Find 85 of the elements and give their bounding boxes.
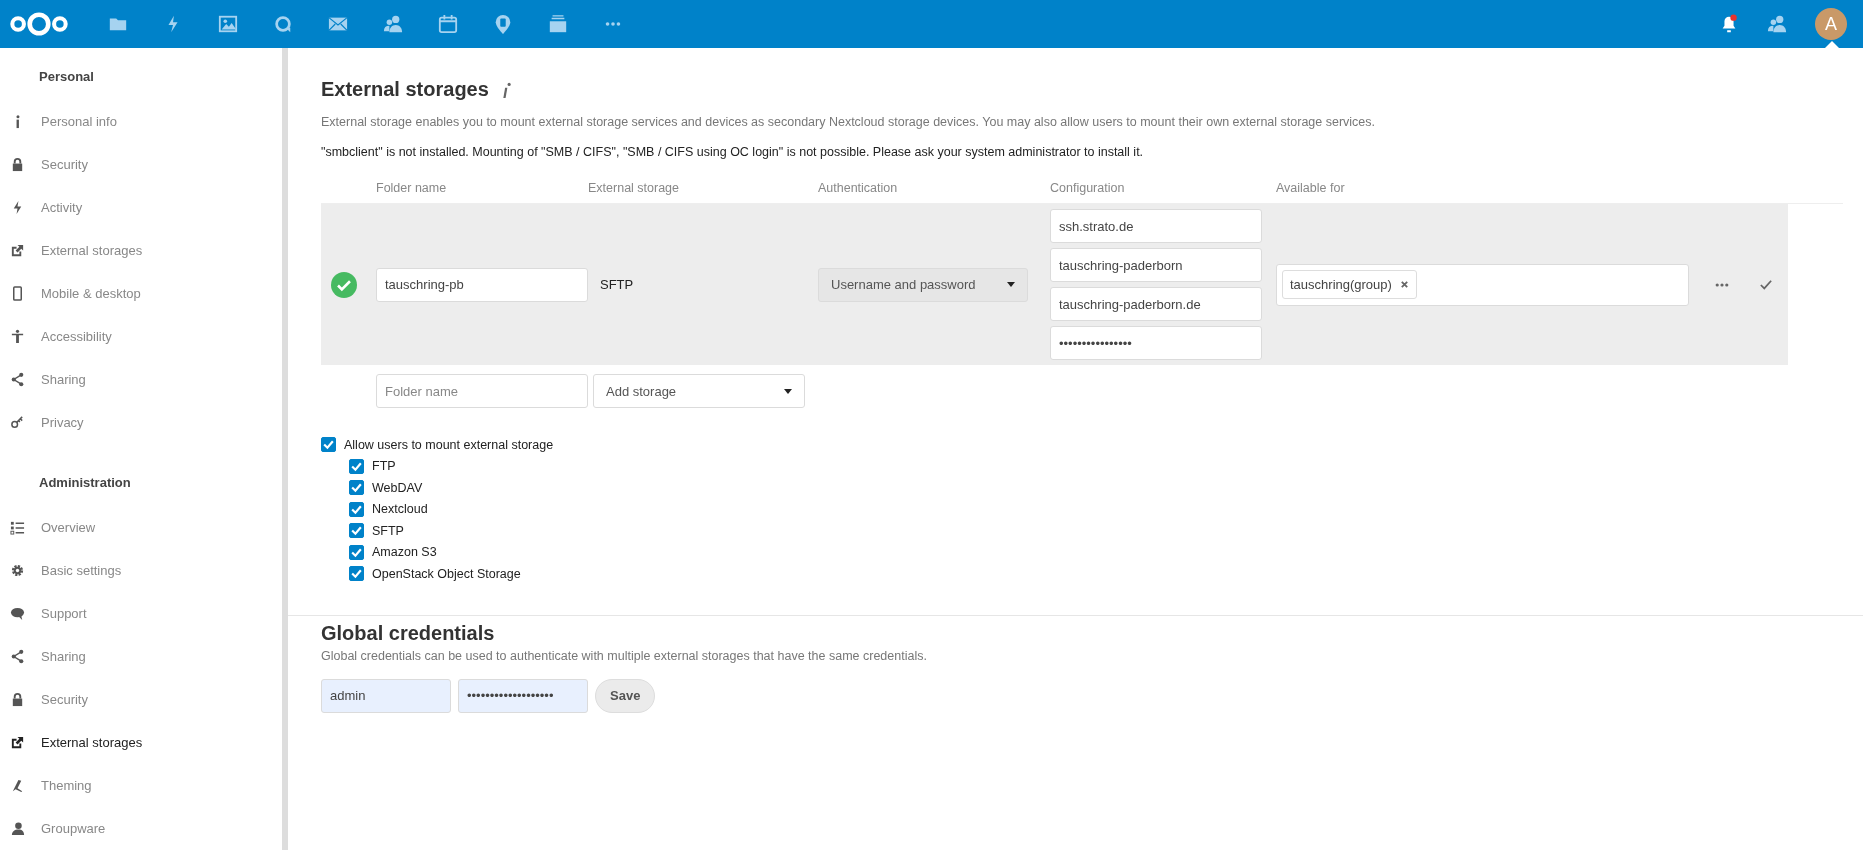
chat-bubble-icon[interactable]: [273, 14, 293, 34]
phone-icon: [10, 286, 25, 301]
checkbox[interactable]: [349, 523, 364, 539]
sidebar-item[interactable]: Support: [0, 592, 282, 635]
authentication-select[interactable]: Username and password: [818, 267, 1028, 302]
checkbox[interactable]: [349, 458, 364, 474]
sidebar-item[interactable]: Personal info: [0, 100, 282, 143]
external-link-icon: [10, 735, 25, 750]
sidebar-item[interactable]: Activity: [0, 186, 282, 229]
more-icon[interactable]: [1714, 280, 1730, 289]
sidebar-item[interactable]: External storages: [0, 721, 282, 764]
menu-pointer: [1825, 41, 1839, 48]
section-heading: Personal: [38, 68, 95, 86]
description-text: Global credentials can be used to authenticate with multiple external storages that have the same credentials.: [321, 648, 928, 663]
checkbox[interactable]: [349, 566, 364, 582]
card-stack-icon[interactable]: [548, 14, 568, 34]
key-icon: [10, 415, 25, 430]
person-icon: [10, 329, 25, 344]
checkmark-icon[interactable]: [1759, 278, 1773, 291]
warning-text: "smbclient" is not installed. Mounting of "SMB / CIFS", "SMB / CIFS using OC login" is not possible. Please ask your system administrator to install it.: [321, 145, 1145, 159]
avatar[interactable]: A: [1815, 8, 1847, 40]
group-tag: tauschring(group): [1282, 270, 1417, 299]
section-title: External storages: [321, 78, 489, 101]
folder-name-field[interactable]: Folder name: [376, 374, 588, 408]
username-field[interactable]: admin: [321, 678, 451, 713]
checkbox-label: Amazon S3: [372, 545, 437, 560]
configuration-field[interactable]: ssh.strato.de: [1050, 209, 1262, 243]
external-link-icon: [10, 243, 25, 258]
section-heading: Administration: [38, 474, 132, 492]
contacts-icon[interactable]: [1767, 14, 1787, 34]
checkbox-label: FTP: [372, 459, 396, 474]
share-icon: [10, 372, 25, 387]
mail-icon[interactable]: [328, 14, 348, 34]
image-icon[interactable]: [218, 14, 238, 34]
configuration-field[interactable]: tauschring-paderborn: [1050, 248, 1262, 282]
sidebar-item[interactable]: Sharing: [0, 358, 282, 401]
logo-icon[interactable]: [10, 10, 68, 38]
contacts-icon[interactable]: [383, 14, 403, 34]
sidebar-item[interactable]: Theming: [0, 764, 282, 807]
column-header: Authentication: [818, 181, 899, 195]
configuration-field[interactable]: tauschring-paderborn.de: [1050, 287, 1262, 321]
checkbox-label: SFTP: [372, 523, 404, 538]
info-icon[interactable]: [502, 80, 513, 99]
remove-icon[interactable]: [1399, 280, 1409, 289]
calendar-icon[interactable]: [438, 14, 458, 34]
sidebar-item[interactable]: Accessibility: [0, 315, 282, 358]
sidebar-item[interactable]: Groupware: [0, 807, 282, 850]
checkbox-label: WebDAV: [372, 480, 423, 495]
sidebar-item[interactable]: Privacy: [0, 401, 282, 444]
list-icon: [10, 520, 25, 535]
column-header: Available for: [1276, 181, 1346, 195]
configuration-field[interactable]: ••••••••••••••••: [1050, 326, 1262, 360]
folder-name-field[interactable]: tauschring-pb: [376, 267, 588, 302]
map-pin-icon[interactable]: [493, 14, 513, 34]
checkbox[interactable]: [349, 480, 364, 496]
speech-bubble-icon: [10, 606, 25, 621]
person-icon: [10, 821, 25, 836]
storage-type-text: SFTP: [599, 277, 635, 292]
checkbox[interactable]: [321, 437, 336, 453]
checkbox-label: Nextcloud: [372, 502, 428, 517]
sidebar-item[interactable]: Basic settings: [0, 549, 282, 592]
lock-icon: [10, 692, 25, 707]
checkbox-label: OpenStack Object Storage: [372, 566, 521, 581]
checkbox[interactable]: [349, 501, 364, 517]
add-storage-select[interactable]: Add storage: [593, 374, 805, 408]
sidebar-item[interactable]: Security: [0, 143, 282, 186]
sidebar-item[interactable]: Overview: [0, 506, 282, 549]
available-for-field[interactable]: tauschring(group): [1276, 263, 1689, 306]
description-text: External storage enables you to mount external storage services and devices as secondary Nextcloud storage devices. You may also allow users to mount their own external storage services.: [321, 115, 1377, 129]
sidebar-item[interactable]: Mobile & desktop: [0, 272, 282, 315]
column-header: Folder name: [376, 181, 448, 195]
column-header: External storage: [588, 181, 681, 195]
password-field[interactable]: •••••••••••••••••••: [458, 678, 588, 713]
lock-icon: [10, 157, 25, 172]
sidebar-item[interactable]: Security: [0, 678, 282, 721]
checkbox[interactable]: [349, 544, 364, 560]
checkbox-label: Allow users to mount external storage: [344, 437, 554, 452]
gear-icon: [10, 563, 25, 578]
share-icon: [10, 649, 25, 664]
sidebar-item[interactable]: Sharing: [0, 635, 282, 678]
column-header: Configuration: [1050, 181, 1126, 195]
brush-icon: [10, 778, 25, 793]
sidebar-item[interactable]: External storages: [0, 229, 282, 272]
save-button[interactable]: Save: [595, 678, 656, 713]
section-title: Global credentials: [321, 621, 496, 645]
